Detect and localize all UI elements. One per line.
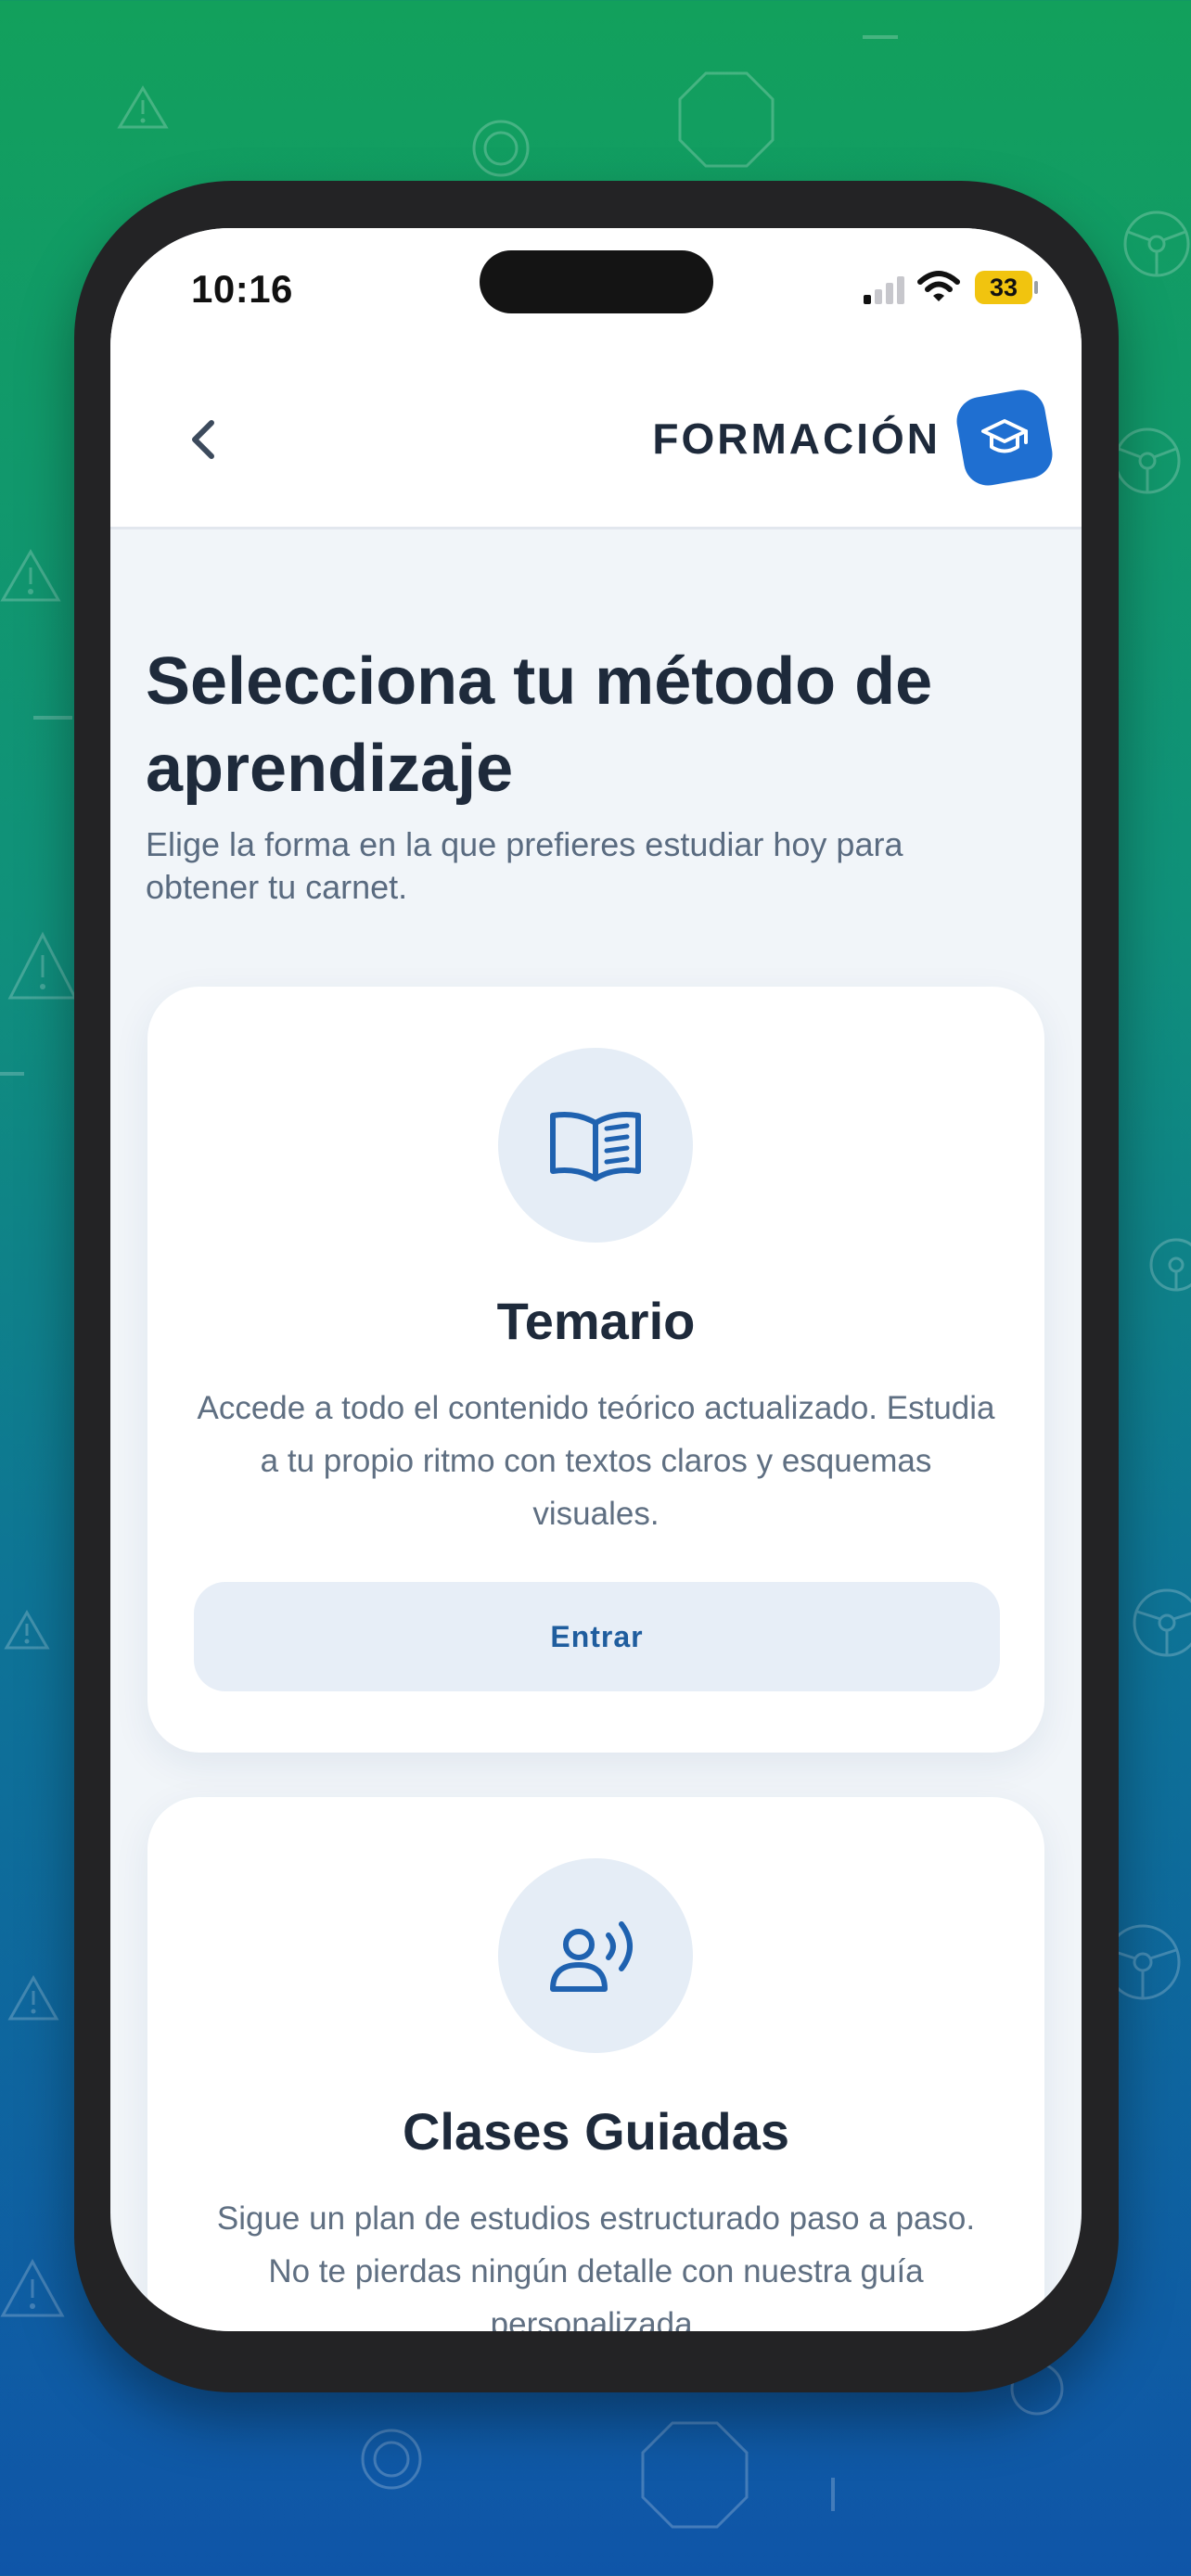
octagon-decor-icon xyxy=(640,2420,749,2530)
warning-sign-decor-icon xyxy=(0,2259,65,2318)
steering-wheel-decor-icon xyxy=(1113,427,1182,495)
enter-button[interactable]: Entrar xyxy=(194,1582,1000,1691)
octagon-decor-icon xyxy=(677,70,775,169)
page-subtitle: Elige la forma en la que prefieres estud… xyxy=(146,825,903,906)
open-book-icon xyxy=(550,1112,641,1181)
card-title: Temario xyxy=(496,1292,696,1350)
status-time: 10:16 xyxy=(191,267,293,311)
speaking-person-icon xyxy=(550,1921,633,1992)
signal-icon xyxy=(864,276,906,309)
dynamic-island xyxy=(480,250,713,313)
warning-sign-decor-icon xyxy=(4,1610,50,1651)
brand-title: FORMACIÓN xyxy=(652,414,941,463)
warning-sign-decor-icon xyxy=(117,85,169,130)
back-button[interactable] xyxy=(175,412,231,467)
card-description: Sigue un plan de estudios estructurado p… xyxy=(216,2200,976,2331)
warning-sign-decor-icon xyxy=(7,1975,59,2021)
dash-decor-icon xyxy=(831,2478,835,2511)
dash-decor-icon xyxy=(0,1072,24,1076)
warning-sign-decor-icon xyxy=(7,931,78,1001)
dash-decor-icon xyxy=(863,35,898,39)
card-clases-guiadas[interactable]: Clases Guiadas Sigue un plan de estudios… xyxy=(147,1797,1044,2331)
card-icon-circle xyxy=(498,1048,693,1243)
target-circle-decor-icon xyxy=(360,2428,423,2491)
graduation-cap-icon xyxy=(981,419,1028,453)
chevron-left-icon xyxy=(192,420,214,459)
page-title: Selecciona tu método de aprendizaje xyxy=(146,644,933,806)
steering-wheel-decor-icon xyxy=(1148,1237,1191,1293)
app-header: FORMACIÓN xyxy=(110,349,1082,529)
steering-wheel-decor-icon xyxy=(1122,210,1191,278)
warning-sign-decor-icon xyxy=(0,549,61,603)
dash-decor-icon xyxy=(33,716,72,720)
target-circle-decor-icon xyxy=(471,119,531,178)
wifi-icon xyxy=(917,271,960,309)
brand-badge xyxy=(953,386,1057,490)
status-bar: 10:16 33 xyxy=(110,228,1082,349)
battery-icon: 33 xyxy=(975,271,1032,304)
steering-wheel-decor-icon xyxy=(1132,1588,1191,1658)
card-temario[interactable]: Temario Accede a todo el contenido teóri… xyxy=(147,987,1044,1753)
card-title: Clases Guiadas xyxy=(402,2102,790,2161)
card-description: Accede a todo el contenido teórico actua… xyxy=(197,1390,995,1532)
battery-tip xyxy=(1034,281,1038,294)
card-icon-circle xyxy=(498,1858,693,2053)
app-screen: 10:16 33 FORMACIÓN Selecciona tu método … xyxy=(110,228,1082,2331)
